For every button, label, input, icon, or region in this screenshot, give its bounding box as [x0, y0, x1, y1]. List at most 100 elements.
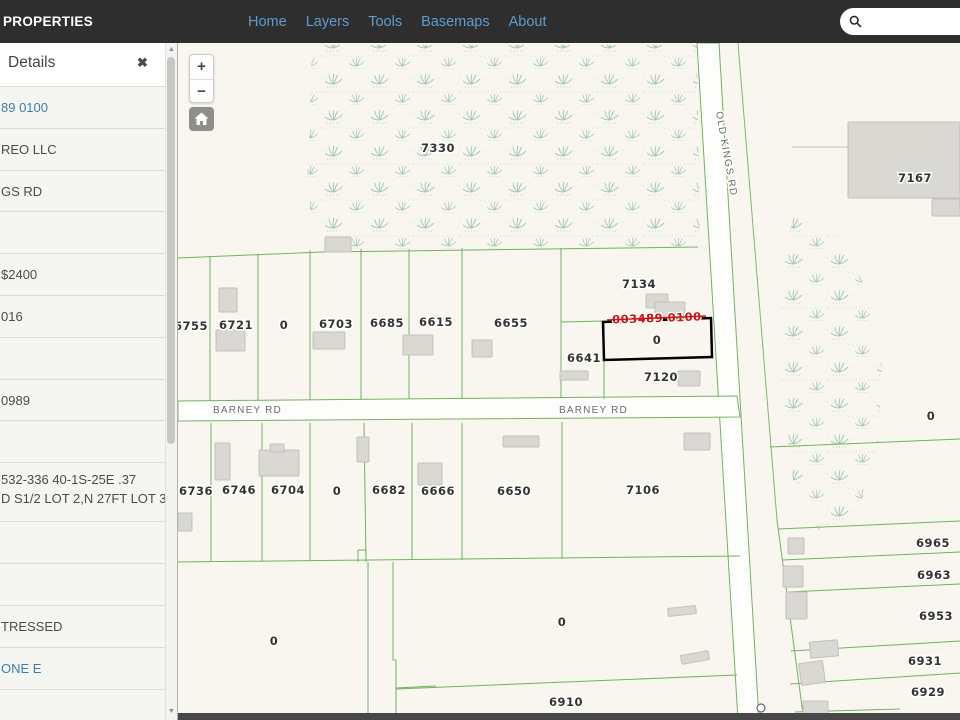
parcel-label: 6963 [917, 568, 951, 582]
details-row: GS RD [0, 170, 166, 211]
parcel-label: 6685 [370, 316, 404, 330]
zoom-in-button[interactable]: + [190, 55, 213, 80]
building-footprint [259, 450, 299, 476]
details-row-value: 016 [0, 296, 166, 324]
details-row-value [0, 690, 166, 703]
search-box[interactable] [840, 8, 960, 35]
building-footprint [313, 332, 345, 349]
parcel-label: 0 [280, 318, 289, 332]
building-footprint [560, 371, 588, 380]
scroll-down-icon[interactable]: ▼ [166, 706, 177, 718]
building-footprint [786, 592, 807, 619]
details-row-value [0, 338, 166, 351]
building-footprint [788, 538, 804, 554]
parcel-label: 7167 [898, 171, 932, 185]
building-footprint [809, 640, 838, 658]
details-row-value: 0989 [0, 380, 166, 408]
parcel-label: 6641 [567, 351, 601, 365]
nav-link-home[interactable]: Home [248, 14, 287, 30]
details-panel: Details ✖ 89 0100REO LLCGS RD$2400016098… [0, 43, 178, 720]
details-row-value[interactable]: ONE E [0, 648, 166, 676]
search-input[interactable] [866, 14, 960, 30]
details-row-value: GS RD [0, 171, 166, 199]
scroll-up-icon[interactable]: ▲ [166, 44, 177, 56]
details-row-value[interactable]: 89 0100 [0, 87, 166, 115]
building-footprint [270, 444, 284, 452]
building-footprint [848, 122, 960, 198]
road-label: BARNEY RD [559, 405, 628, 416]
details-row [0, 420, 166, 462]
details-row: 532-336 40-1S-25E .37D S1/2 LOT 2,N 27FT… [0, 462, 166, 521]
details-row: $2400 [0, 253, 166, 295]
building-footprint [678, 371, 700, 386]
circle-marker [757, 704, 765, 712]
building-footprint [932, 199, 960, 216]
details-row [0, 337, 166, 379]
map-canvas[interactable]: 7330716767556721067036685661566557134066… [178, 43, 960, 720]
details-row: TRESSED [0, 605, 166, 647]
parcel-label: 6931 [908, 654, 942, 668]
map-bottom-bar [178, 713, 960, 720]
details-row-value: REO LLC [0, 129, 166, 157]
details-row: 016 [0, 295, 166, 337]
parcel-label: 6721 [219, 318, 253, 332]
nav-link-tools[interactable]: Tools [368, 14, 402, 30]
parcel-label: 6666 [421, 484, 455, 498]
home-icon [194, 112, 209, 126]
parcel-label: 6755 [178, 319, 208, 333]
building-footprint [503, 436, 539, 447]
details-row-value: TRESSED [0, 606, 166, 634]
parcel-label: 0 [653, 333, 662, 347]
details-row-value [0, 564, 166, 577]
details-row-value: $2400 [0, 254, 166, 282]
parcel-label: 6929 [911, 685, 945, 699]
nav-link-layers[interactable]: Layers [306, 14, 350, 30]
parcel-label: 7120 [644, 370, 678, 384]
parcel-label: 6910 [549, 695, 583, 709]
nav-links: Home Layers Tools Basemaps About [248, 0, 547, 43]
details-row [0, 521, 166, 563]
sidebar-scroll-thumb[interactable] [167, 57, 175, 444]
wetland-vegetation-area [306, 45, 700, 251]
zoom-control: + − [189, 54, 214, 103]
details-row [0, 211, 166, 253]
parcel-label: 0 [558, 615, 567, 629]
parcel-label: 6703 [319, 317, 353, 331]
details-row[interactable]: ONE E [0, 647, 166, 689]
building-footprint [357, 437, 369, 462]
home-extent-button[interactable] [189, 107, 214, 131]
building-footprint [215, 443, 230, 480]
details-rows: 89 0100 REO LLC GS RD $2400 016 0989 532-336 4… [0, 43, 166, 720]
parcel-label: 6953 [919, 609, 953, 623]
parcel-label: 6736 [179, 484, 213, 498]
building-footprint [799, 660, 826, 685]
parcel-label: 7330 [421, 141, 455, 155]
app-brand: PROPERTIES [3, 14, 93, 29]
details-row-value: 532-336 40-1S-25E .37D S1/2 LOT 2,N 27FT… [0, 463, 166, 508]
parcel-label: 7106 [626, 483, 660, 497]
building-footprint [783, 566, 803, 587]
search-icon [849, 15, 862, 28]
building-footprint [178, 513, 192, 531]
parcel-label: 6650 [497, 484, 531, 498]
parcel-label: 6704 [271, 483, 305, 497]
nav-link-basemaps[interactable]: Basemaps [421, 14, 490, 30]
parcel-label: 7134 [622, 277, 656, 291]
building-footprint [403, 335, 433, 355]
nav-link-about[interactable]: About [509, 14, 547, 30]
top-navbar: PROPERTIES Home Layers Tools Basemaps About [0, 0, 960, 43]
details-row [0, 563, 166, 605]
details-row[interactable]: 89 0100 [0, 86, 166, 128]
details-row [0, 689, 166, 720]
parcel-label: 6746 [222, 483, 256, 497]
parcel-label: 0 [927, 409, 936, 423]
building-footprint [219, 288, 237, 312]
details-row-value [0, 212, 166, 225]
building-footprint [472, 340, 492, 357]
zoom-out-button[interactable]: − [190, 80, 213, 104]
parcel-map[interactable]: 7330716767556721067036685661566557134066… [178, 43, 960, 720]
parcel-label: 6682 [372, 483, 406, 497]
details-row-value [0, 421, 166, 434]
details-row: 0989 [0, 379, 166, 420]
parcel-label: 0 [333, 484, 342, 498]
